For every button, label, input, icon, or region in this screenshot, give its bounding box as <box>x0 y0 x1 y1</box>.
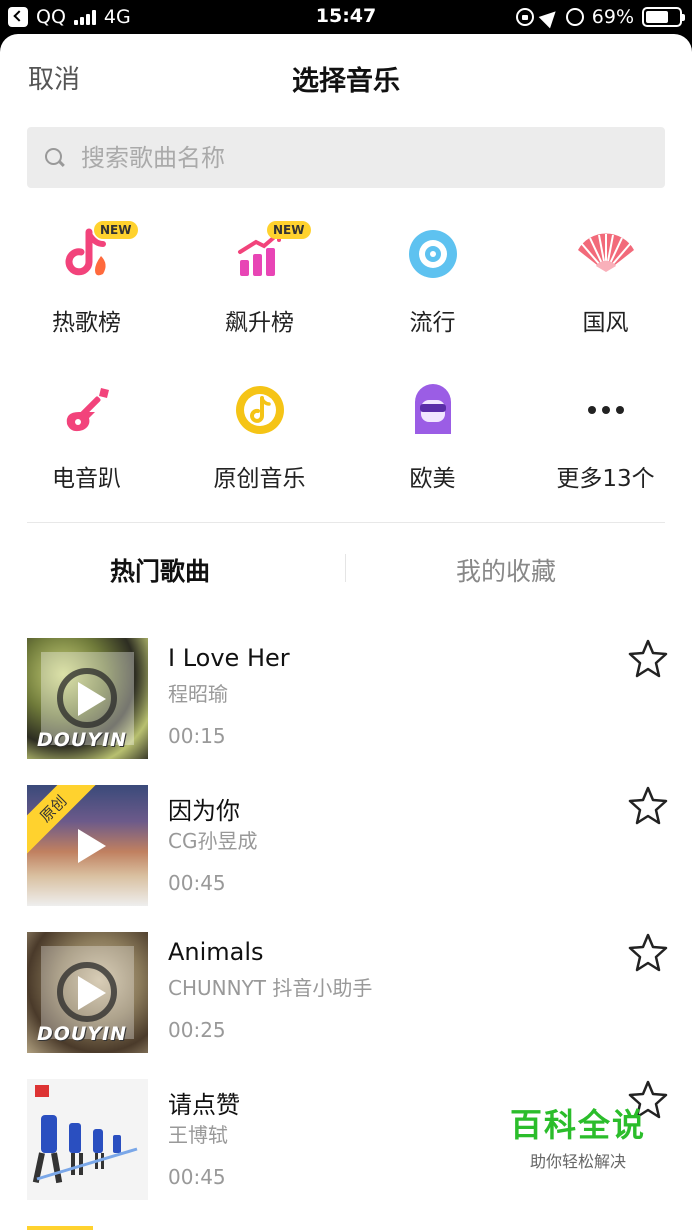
song-cover[interactable]: 原创 <box>27 785 148 906</box>
star-icon[interactable] <box>628 932 668 972</box>
header: 取消 选择音乐 <box>0 34 692 122</box>
song-title: 请点赞 <box>168 1091 240 1119</box>
electric-guitar-icon <box>52 375 122 445</box>
cover-text: DOUYIN <box>37 729 128 751</box>
rising-chart-icon: NEW <box>225 219 311 289</box>
category-original-music[interactable]: 原创音乐 <box>173 375 346 493</box>
category-label: 欧美 <box>409 466 456 492</box>
folding-fan-icon <box>571 219 641 289</box>
play-icon <box>77 681 106 716</box>
song-cover[interactable] <box>27 1079 148 1200</box>
watermark-title: 百科全说 <box>509 1106 646 1144</box>
star-icon[interactable] <box>628 638 668 678</box>
song-cover[interactable]: DOUYIN <box>27 932 148 1053</box>
song-row[interactable]: 原创 因为你 CG孙昱成 00:45 <box>0 785 692 932</box>
tab-hot-songs[interactable]: 热门歌曲 <box>0 552 320 588</box>
location-icon <box>538 5 562 29</box>
category-more[interactable]: 更多13个 <box>519 375 692 493</box>
search-icon <box>45 147 65 168</box>
music-picker-sheet: 取消 选择音乐 NEW 热歌榜 <box>0 34 692 1230</box>
category-label: 电音趴 <box>52 466 121 492</box>
play-icon <box>77 828 106 863</box>
song-cover[interactable]: DOUYIN <box>27 638 148 759</box>
page-title: 选择音乐 <box>292 66 400 97</box>
tab-bar: 热门歌曲 我的收藏 <box>0 544 692 594</box>
pop-disc-icon <box>398 219 468 289</box>
category-hot-songs[interactable]: NEW 热歌榜 <box>0 219 173 337</box>
alarm-icon <box>565 8 584 26</box>
category-western[interactable]: 欧美 <box>346 375 519 493</box>
category-label: 更多13个 <box>556 466 655 492</box>
new-badge: NEW <box>94 221 138 239</box>
song-artist: CG孙昱成 <box>168 829 258 853</box>
category-label: 流行 <box>409 310 456 336</box>
status-bar: QQ 4G 15:47 69% <box>0 0 692 34</box>
song-artist: 程昭瑜 <box>168 682 228 706</box>
song-duration: 00:15 <box>168 724 226 748</box>
cover-illustration <box>32 1085 138 1184</box>
play-icon <box>77 975 106 1010</box>
cover-text: DOUYIN <box>37 1023 128 1045</box>
song-artist: CHUNNYT 抖音小助手 <box>168 976 373 1000</box>
song-title: I Love Her <box>168 644 290 672</box>
hot-songs-icon: NEW <box>52 219 138 289</box>
category-chinese-style[interactable]: 国风 <box>519 219 692 337</box>
search-input[interactable] <box>81 143 621 172</box>
original-music-icon <box>225 375 295 445</box>
star-icon[interactable] <box>628 785 668 825</box>
next-cover-peek <box>27 1226 93 1230</box>
western-avatar-icon <box>398 375 468 445</box>
song-title: Animals <box>168 938 264 966</box>
watermark-subtitle: 助你轻松解决 <box>529 1152 626 1171</box>
category-label: 热歌榜 <box>52 310 121 336</box>
battery-percent: 69% <box>591 6 634 28</box>
song-row[interactable]: DOUYIN Animals CHUNNYT 抖音小助手 00:25 <box>0 932 692 1079</box>
category-rising-chart[interactable]: NEW 飙升榜 <box>173 219 346 337</box>
category-label: 原创音乐 <box>213 466 306 492</box>
battery-icon <box>642 7 685 27</box>
song-duration: 00:45 <box>168 1165 226 1189</box>
category-grid: NEW 热歌榜 NEW 飙升榜 流行 国风 电音趴 原创音乐 欧美 更多13个 <box>0 219 692 493</box>
song-title: 因为你 <box>168 797 240 825</box>
new-badge: NEW <box>267 221 311 239</box>
rotation-lock-icon <box>515 8 534 26</box>
search-bar[interactable] <box>27 127 665 188</box>
category-label: 飙升榜 <box>225 310 294 336</box>
tab-favorites[interactable]: 我的收藏 <box>346 552 666 588</box>
status-right: 69% <box>515 5 685 29</box>
category-label: 国风 <box>582 310 629 336</box>
category-pop[interactable]: 流行 <box>346 219 519 337</box>
category-electronic[interactable]: 电音趴 <box>0 375 173 493</box>
song-duration: 00:45 <box>168 871 226 895</box>
song-duration: 00:25 <box>168 1018 226 1042</box>
divider <box>27 522 665 523</box>
song-row[interactable]: DOUYIN I Love Her 程昭瑜 00:15 <box>0 638 692 785</box>
watermark: 百科全说 助你轻松解决 <box>508 1100 648 1172</box>
song-artist: 王博轼 <box>168 1123 228 1147</box>
more-dots-icon <box>571 375 641 445</box>
